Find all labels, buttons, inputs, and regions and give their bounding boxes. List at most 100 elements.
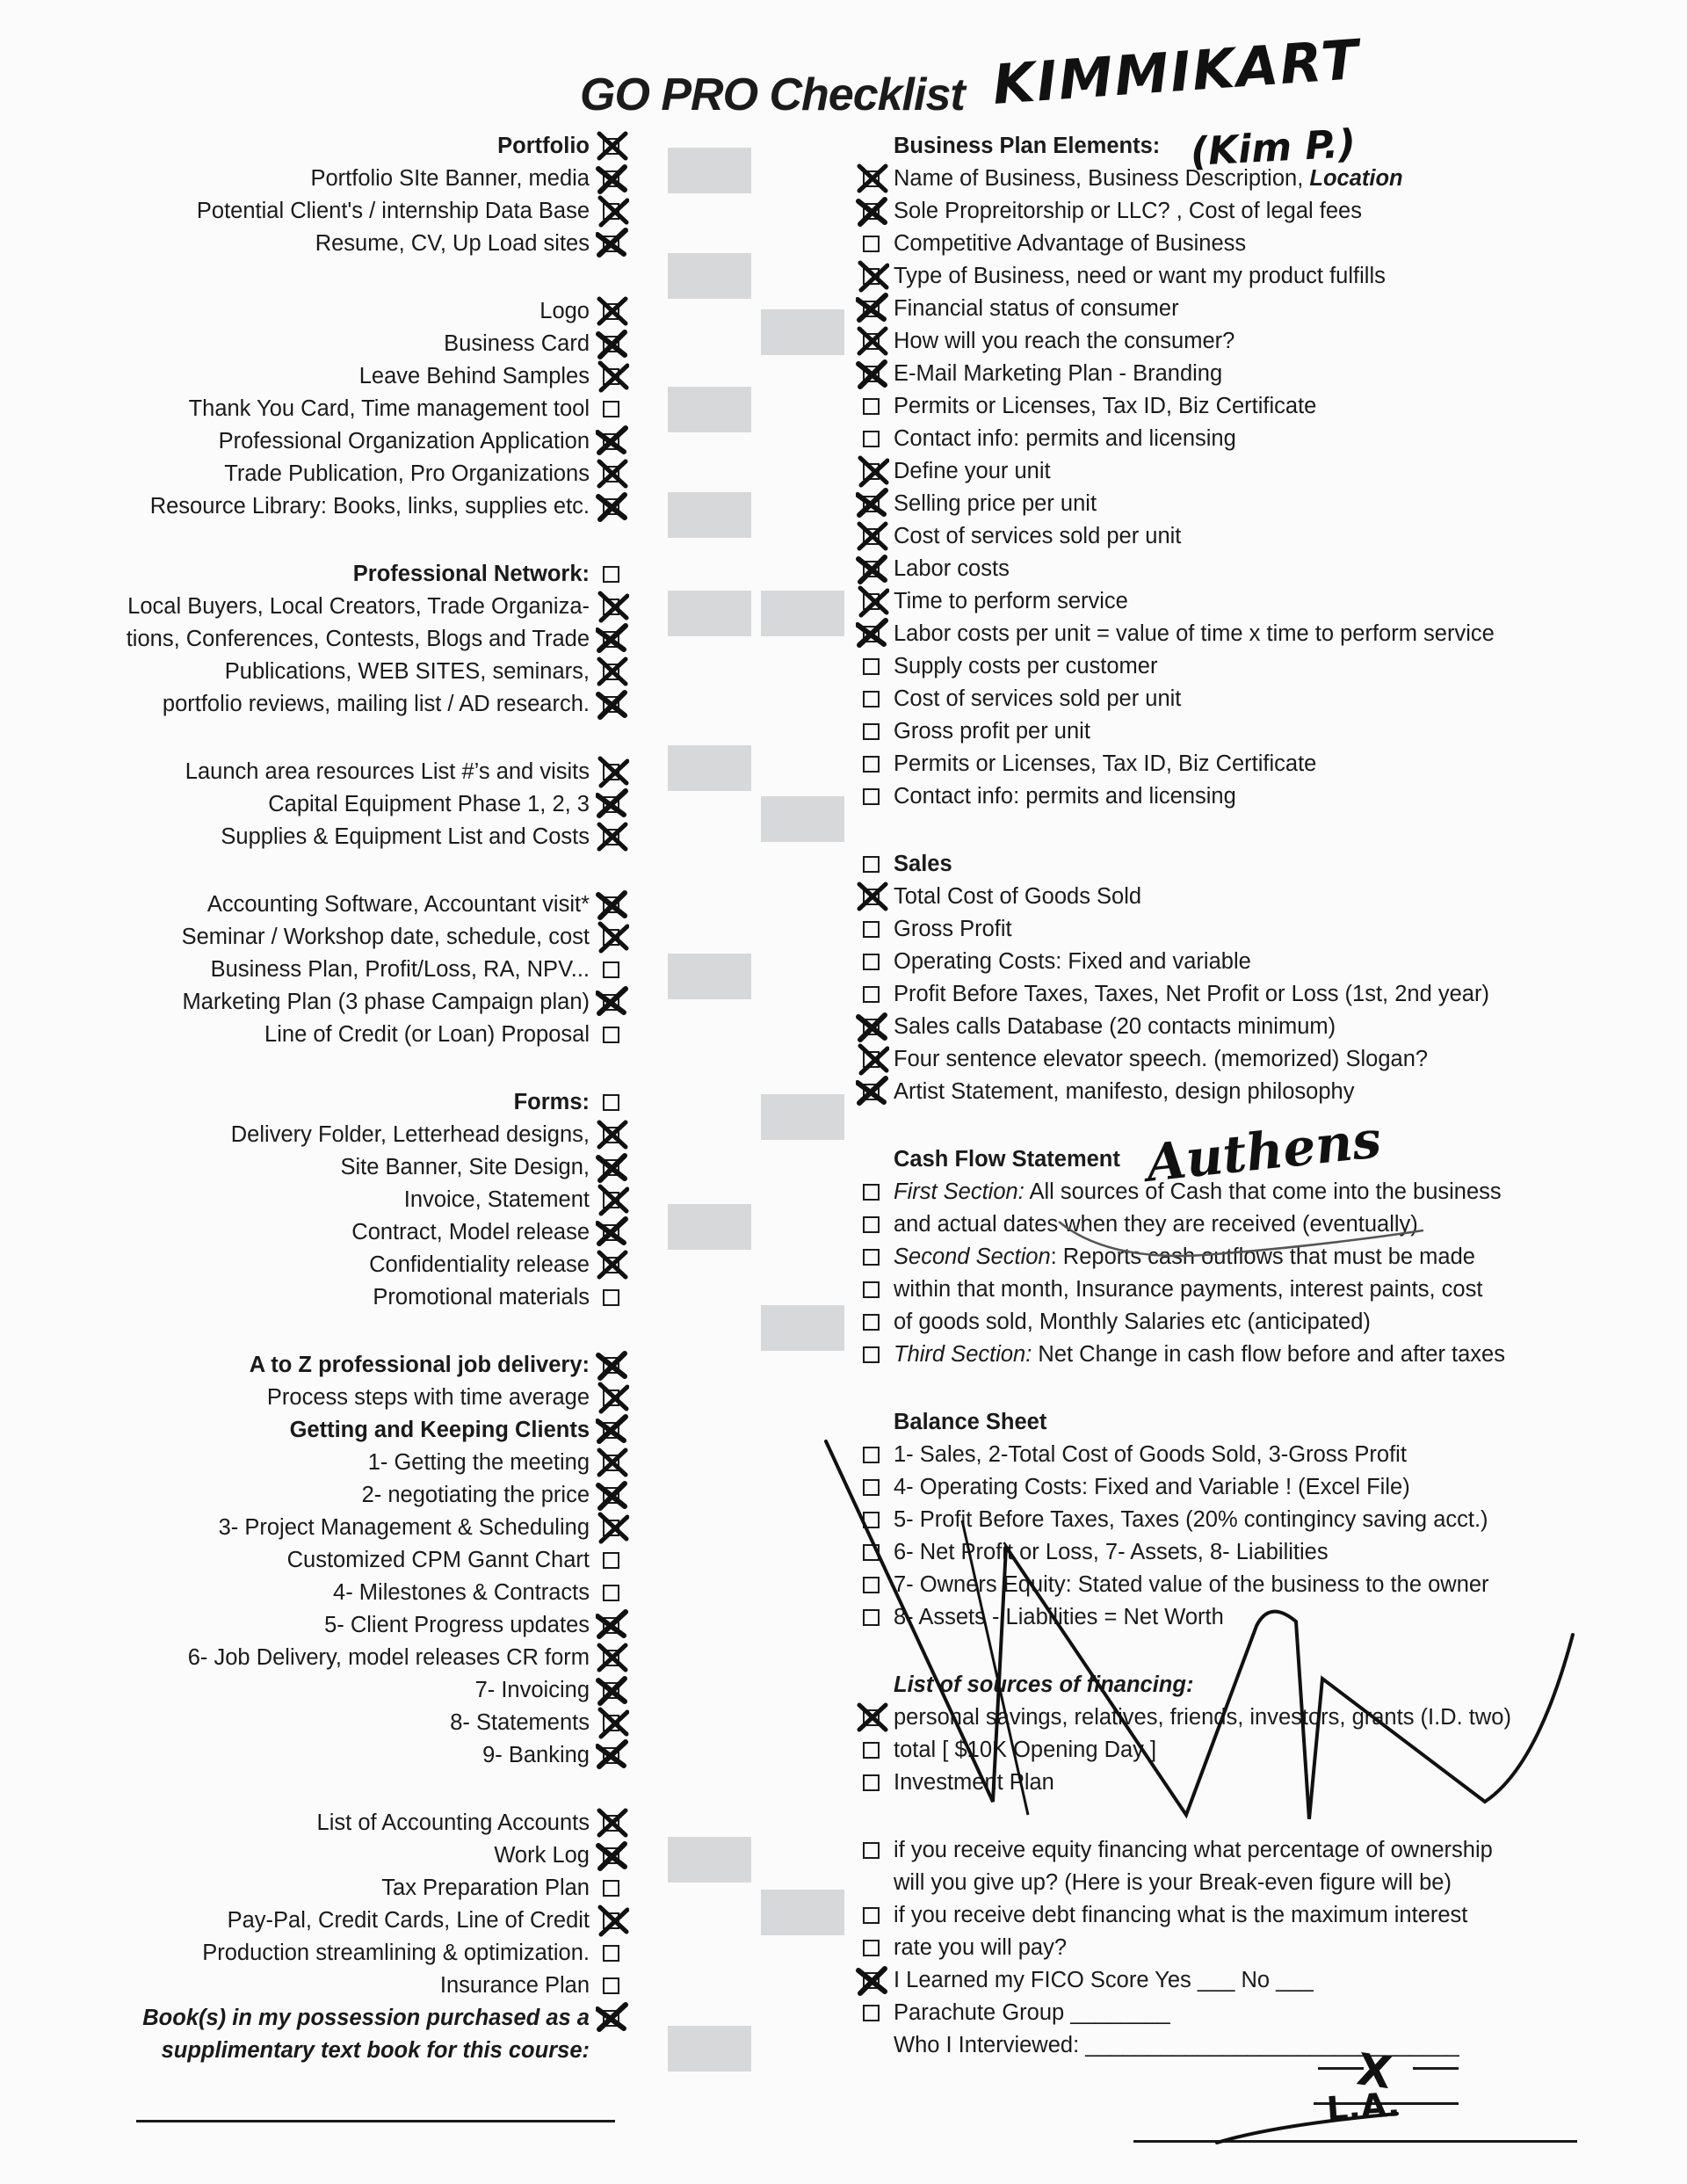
- checklist-item[interactable]: Seminar / Workshop date, schedule, cost: [53, 921, 629, 954]
- checkbox-checked[interactable]: [856, 293, 888, 325]
- checklist-item[interactable]: Resource Library: Books, links, supplies…: [53, 490, 627, 523]
- checklist-item[interactable]: Pay-Pal, Credit Cards, Line of Credit: [53, 1905, 629, 1937]
- checklist-item[interactable]: Sales calls Database (20 contacts minimu…: [856, 1011, 1652, 1043]
- checklist-item[interactable]: Process steps with time average: [53, 1382, 629, 1414]
- checklist-item[interactable]: 3- Project Management & Scheduling: [53, 1512, 629, 1544]
- checklist-item[interactable]: How will you reach the consumer?: [857, 325, 1652, 358]
- checkbox-checked[interactable]: [596, 1839, 627, 1872]
- checklist-item[interactable]: 8- Assets - Liabilities = Net Worth: [861, 1601, 1652, 1634]
- checkbox-checked[interactable]: [858, 1043, 889, 1076]
- checklist-item[interactable]: Publications, WEB SITES, seminars,: [53, 656, 628, 688]
- checkbox-unchecked[interactable]: [601, 558, 624, 591]
- checklist-item[interactable]: Promotional materials: [53, 1281, 624, 1314]
- checkbox-checked[interactable]: [597, 195, 629, 228]
- checkbox-checked[interactable]: [856, 358, 887, 390]
- checkbox-checked[interactable]: [597, 1807, 628, 1839]
- checkbox-checked[interactable]: [596, 328, 627, 360]
- checkbox-unchecked[interactable]: [861, 1306, 884, 1339]
- checklist-item[interactable]: Leave Behind Samples: [53, 360, 629, 393]
- checkbox-checked[interactable]: [858, 455, 889, 488]
- checklist-item[interactable]: Logo: [53, 295, 628, 328]
- checklist-item[interactable]: Insurance Plan: [53, 1970, 624, 2002]
- checklist-item[interactable]: and actual dates when they are received …: [861, 1208, 1652, 1241]
- checkbox-checked[interactable]: [857, 1701, 888, 1734]
- checklist-item[interactable]: total [ $10K Opening Day ]: [861, 1734, 1652, 1767]
- checkbox-checked[interactable]: [596, 1609, 628, 1642]
- checkbox-unchecked[interactable]: [601, 393, 624, 425]
- checklist-item[interactable]: 5- Profit Before Taxes, Taxes (20% conti…: [861, 1504, 1652, 1536]
- checkbox-checked[interactable]: [597, 821, 628, 853]
- checkbox-unchecked[interactable]: [601, 1086, 624, 1119]
- checkbox-checked[interactable]: [857, 881, 888, 913]
- checklist-item[interactable]: Gross profit per unit: [861, 715, 1652, 748]
- checklist-item[interactable]: 8- Statements: [53, 1707, 629, 1739]
- checkbox-checked[interactable]: [596, 1479, 627, 1512]
- checkbox-checked[interactable]: [596, 986, 628, 1019]
- checklist-item[interactable]: Sales: [861, 848, 1652, 881]
- checklist-item[interactable]: Professional Organization Application: [53, 425, 628, 458]
- checkbox-unchecked[interactable]: [861, 1241, 884, 1273]
- checkbox-checked[interactable]: [596, 688, 627, 721]
- checkbox-checked[interactable]: [596, 623, 628, 656]
- checklist-item[interactable]: Portfolio SIte Banner, media: [53, 163, 627, 195]
- checkbox-checked[interactable]: [858, 585, 889, 618]
- checklist-item[interactable]: First Section: All sources of Cash that …: [861, 1176, 1652, 1208]
- checkbox-checked[interactable]: [597, 1447, 628, 1479]
- checkbox-unchecked[interactable]: [861, 423, 884, 455]
- checkbox-unchecked[interactable]: [601, 1577, 624, 1609]
- checkbox-unchecked[interactable]: [861, 1932, 884, 1964]
- checkbox-checked[interactable]: [596, 163, 627, 195]
- checkbox-checked[interactable]: [857, 163, 888, 195]
- checklist-item[interactable]: within that month, Insurance payments, i…: [861, 1273, 1652, 1306]
- checkbox-checked[interactable]: [597, 1512, 629, 1544]
- checklist-item[interactable]: personal savings, relatives, friends, in…: [857, 1701, 1652, 1734]
- checklist-item[interactable]: Parachute Group ________: [861, 1997, 1652, 2029]
- checkbox-checked[interactable]: [856, 488, 888, 520]
- checkbox-checked[interactable]: [856, 1011, 887, 1043]
- checklist-item[interactable]: Four sentence elevator speech. (memorize…: [858, 1043, 1652, 1076]
- checkbox-checked[interactable]: [597, 1707, 629, 1739]
- checklist-item[interactable]: Business Plan, Profit/Loss, RA, NPV...: [53, 954, 624, 986]
- checkbox-checked[interactable]: [596, 228, 628, 260]
- checkbox-checked[interactable]: [857, 520, 888, 553]
- checklist-item[interactable]: Labor costs per unit = value of time x t…: [856, 618, 1652, 650]
- checkbox-checked[interactable]: [596, 490, 627, 523]
- checklist-item[interactable]: Work Log: [53, 1839, 627, 1872]
- checklist-item[interactable]: Local Buyers, Local Creators, Trade Orga…: [53, 591, 629, 623]
- checkbox-unchecked[interactable]: [861, 1339, 884, 1371]
- checklist-item[interactable]: Profit Before Taxes, Taxes, Net Profit o…: [861, 978, 1652, 1011]
- checkbox-checked[interactable]: [596, 1349, 627, 1382]
- checklist-item[interactable]: portfolio reviews, mailing list / AD res…: [53, 688, 627, 721]
- checkbox-unchecked[interactable]: [861, 683, 884, 715]
- checkbox-checked[interactable]: [596, 1414, 628, 1447]
- checklist-item[interactable]: Labor costs: [856, 553, 1652, 585]
- checkbox-checked[interactable]: [596, 788, 628, 821]
- checkbox-unchecked[interactable]: [861, 1601, 884, 1634]
- checklist-item[interactable]: rate you will pay?: [861, 1932, 1652, 1964]
- checklist-item[interactable]: 6- Net Profit or Loss, 7- Assets, 8- Lia…: [861, 1536, 1652, 1569]
- checkbox-unchecked[interactable]: [861, 1536, 884, 1569]
- checkbox-unchecked[interactable]: [861, 390, 884, 423]
- checkbox-unchecked[interactable]: [861, 1471, 884, 1504]
- checklist-item[interactable]: Contract, Model release: [53, 1216, 628, 1249]
- checklist-item[interactable]: Resume, CV, Up Load sites: [53, 228, 628, 260]
- checklist-item[interactable]: Cost of services sold per unit: [861, 683, 1652, 715]
- checkbox-unchecked[interactable]: [601, 1544, 624, 1577]
- checklist-item[interactable]: Time to perform service: [858, 585, 1652, 618]
- checklist-item[interactable]: Gross Profit: [861, 913, 1652, 946]
- checklist-item[interactable]: Delivery Folder, Letterhead designs,: [53, 1119, 628, 1151]
- checkbox-unchecked[interactable]: [861, 228, 884, 260]
- checklist-item[interactable]: 5- Client Progress updates: [53, 1609, 628, 1642]
- checkbox-unchecked[interactable]: [601, 954, 624, 986]
- checkbox-checked[interactable]: [858, 260, 889, 293]
- checklist-item[interactable]: I Learned my FICO Score Yes ___ No ___: [856, 1964, 1652, 1997]
- checklist-item[interactable]: Marketing Plan (3 phase Campaign plan): [53, 986, 628, 1019]
- checkbox-checked[interactable]: [597, 1905, 629, 1937]
- checkbox-checked[interactable]: [597, 295, 628, 328]
- checklist-item[interactable]: Contact info: permits and licensing: [861, 423, 1652, 455]
- checkbox-unchecked[interactable]: [861, 715, 884, 748]
- checklist-item[interactable]: Competitive Advantage of Business: [861, 228, 1652, 260]
- checklist-item[interactable]: Name of Business, Business Description, …: [857, 163, 1652, 195]
- checkbox-unchecked[interactable]: [601, 1970, 624, 2002]
- checklist-item[interactable]: 4- Milestones & Contracts: [53, 1577, 624, 1609]
